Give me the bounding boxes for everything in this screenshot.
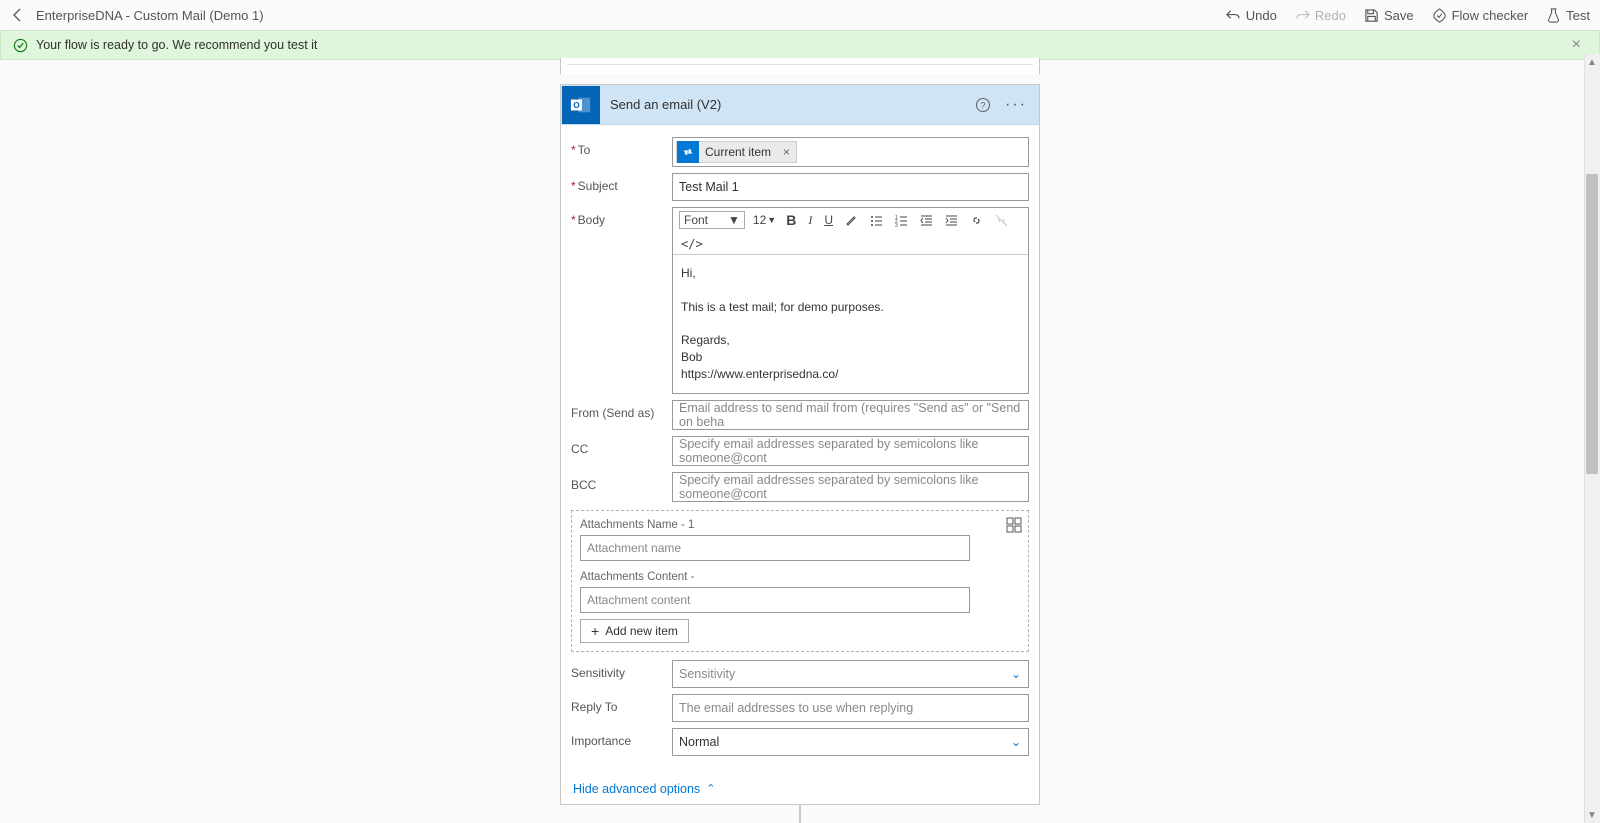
save-label: Save [1384,8,1414,23]
redo-button[interactable]: Redo [1295,8,1346,23]
flow-title: EnterpriseDNA - Custom Mail (Demo 1) [36,8,264,23]
sensitivity-select[interactable]: Sensitivity [672,660,1029,688]
from-label: From (Send as) [571,400,666,420]
undo-label: Undo [1246,8,1277,23]
attachments-section: Attachments Name - 1 Attachment name Att… [571,510,1029,652]
prev-card-peek[interactable] [560,58,1040,74]
flow-canvas[interactable]: O Send an email (V2) ? ··· *To [0,58,1600,823]
body-content[interactable]: Hi, This is a test mail; for demo purpos… [673,255,1028,393]
success-icon [13,38,28,53]
flow-checker-label: Flow checker [1452,8,1529,23]
italic-button[interactable]: I [806,213,814,228]
importance-label: Importance [571,728,666,748]
token-label: Current item [699,145,777,159]
to-input[interactable]: Current item × [672,137,1029,167]
array-mode-toggle[interactable] [1006,517,1022,536]
bcc-input[interactable]: Specify email addresses separated by sem… [672,472,1029,502]
unlink-button[interactable] [993,214,1010,227]
body-editor: Font▼ 12 ▼ B I U 123 </> [672,207,1029,394]
to-label: *To [571,137,666,157]
font-select[interactable]: Font▼ [679,211,745,229]
test-button[interactable]: Test [1546,8,1590,23]
plus-icon: + [591,624,599,638]
top-bar: EnterpriseDNA - Custom Mail (Demo 1) Und… [0,0,1600,30]
att-name-input[interactable]: Attachment name [580,535,970,561]
from-input[interactable]: Email address to send mail from (require… [672,400,1029,430]
body-label: *Body [571,207,666,227]
scroll-down-arrow[interactable]: ▼ [1584,807,1600,823]
more-icon[interactable]: ··· [1005,96,1027,114]
card-header[interactable]: O Send an email (V2) ? ··· [561,85,1039,125]
cc-label: CC [571,436,666,456]
replyto-input[interactable]: The email addresses to use when replying [672,694,1029,722]
font-size-select[interactable]: 12 ▼ [753,213,776,227]
replyto-label: Reply To [571,694,666,714]
redo-label: Redo [1315,8,1346,23]
email-action-card: O Send an email (V2) ? ··· *To [560,84,1040,805]
subject-input[interactable]: Test Mail 1 [672,173,1029,201]
back-button[interactable] [10,7,26,23]
att-content-input[interactable]: Attachment content [580,587,970,613]
notification-text: Your flow is ready to go. We recommend y… [36,38,317,52]
card-title: Send an email (V2) [610,97,721,112]
test-label: Test [1566,8,1590,23]
cc-input[interactable]: Specify email addresses separated by sem… [672,436,1029,466]
svg-text:O: O [573,100,580,109]
loop-icon [677,141,699,163]
outdent-button[interactable] [918,214,935,227]
dynamic-token[interactable]: Current item × [676,141,797,163]
bullet-list-button[interactable] [868,214,885,227]
bold-button[interactable]: B [784,212,798,228]
code-view-button[interactable]: </> [679,237,705,251]
att-content-label: Attachments Content - [580,571,1020,583]
token-remove[interactable]: × [777,145,796,159]
flow-checker-button[interactable]: Flow checker [1432,8,1529,23]
chevron-up-icon: ⌃ [706,782,715,795]
svg-text:?: ? [981,100,986,110]
save-button[interactable]: Save [1364,8,1414,23]
outlook-icon: O [562,86,600,124]
scroll-up-arrow[interactable]: ▲ [1584,54,1600,70]
scrollbar-thumb[interactable] [1586,174,1598,474]
notification-close[interactable]: × [1566,36,1587,54]
importance-select[interactable]: Normal [672,728,1029,756]
sensitivity-label: Sensitivity [571,660,666,680]
rte-toolbar: Font▼ 12 ▼ B I U 123 </> [673,208,1028,255]
hide-advanced-toggle[interactable]: Hide advanced options ⌃ [561,774,1039,804]
color-button[interactable] [843,214,860,227]
connector-line [799,805,801,823]
indent-button[interactable] [943,214,960,227]
att-name-label: Attachments Name - 1 [580,519,1020,531]
link-button[interactable] [968,214,985,227]
svg-text:3: 3 [895,223,898,227]
vertical-scrollbar[interactable]: ▲ ▼ [1584,54,1600,823]
number-list-button[interactable]: 123 [893,214,910,227]
add-item-button[interactable]: + Add new item [580,619,689,643]
bcc-label: BCC [571,472,666,492]
help-icon[interactable]: ? [975,97,991,113]
subject-label: *Subject [571,173,666,193]
undo-button[interactable]: Undo [1226,8,1277,23]
underline-button[interactable]: U [822,213,835,227]
